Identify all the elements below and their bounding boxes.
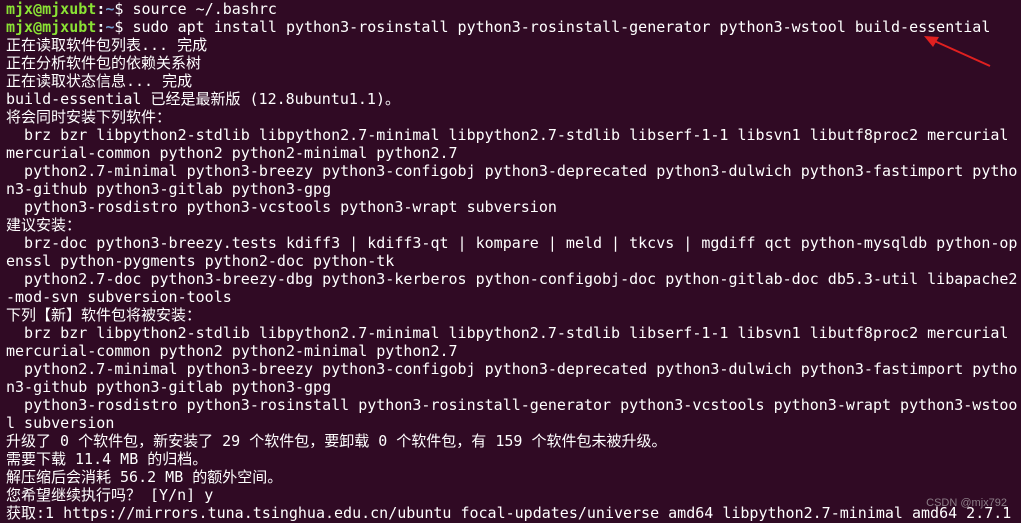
output-line: 需要下载 11.4 MB 的归档。: [6, 450, 208, 468]
output-line: mercurial-common python2 python2-minimal…: [6, 342, 458, 360]
output-line: 将会同时安装下列软件：: [6, 108, 172, 126]
output-line: l subversion: [6, 414, 115, 432]
output-line: mercurial-common python2 python2-minimal…: [6, 144, 458, 162]
output-line: python3-rosdistro python3-rosinstall pyt…: [6, 396, 1018, 414]
output-line: 下列【新】软件包将被安装：: [6, 306, 202, 324]
output-line: 您希望继续执行吗？ [Y/n] y: [6, 486, 214, 504]
prompt-dollar: $: [114, 18, 133, 36]
prompt-user: mjx@mjxubt: [6, 0, 97, 18]
output-line: brz bzr libpython2-stdlib libpython2.7-m…: [6, 324, 1009, 342]
output-line: n3-github python3-gitlab python3-gpg: [6, 378, 332, 396]
prompt-dollar: $: [114, 0, 133, 18]
output-line: 正在分析软件包的依赖关系树: [6, 54, 202, 72]
command-text: source ~/.bashrc: [132, 0, 277, 18]
output-line: python2.7-doc python3-breezy-dbg python3…: [6, 270, 1018, 288]
output-line: 解压缩后会消耗 56.2 MB 的额外空间。: [6, 468, 283, 486]
output-line: python2.7-minimal python3-breezy python3…: [6, 360, 1018, 378]
output-line: 升级了 0 个软件包，新安装了 29 个软件包，要卸载 0 个软件包，有 159…: [6, 432, 667, 450]
prompt-separator: :: [96, 18, 106, 36]
prompt-separator: :: [96, 0, 106, 18]
output-line: brz bzr libpython2-stdlib libpython2.7-m…: [6, 126, 1009, 144]
output-line: 正在读取软件包列表... 完成: [6, 36, 208, 54]
terminal-window[interactable]: mjx@mjxubt:~$ source ~/.bashrc mjx@mjxub…: [0, 0, 1021, 523]
output-line: 建议安装：: [6, 216, 82, 234]
prompt-user: mjx@mjxubt: [6, 18, 97, 36]
output-line: python3-rosdistro python3-vcstools pytho…: [6, 198, 557, 216]
output-line: python2.7-minimal python3-breezy python3…: [6, 162, 1018, 180]
output-line: -mod-svn subversion-tools: [6, 288, 232, 306]
watermark: CSDN @mjx792: [926, 497, 1007, 509]
output-line: brz-doc python3-breezy.tests kdiff3 | kd…: [6, 234, 1018, 252]
prompt-line-2: mjx@mjxubt:~$ sudo apt install python3-r…: [6, 18, 1021, 36]
output-line: n3-github python3-gitlab python3-gpg: [6, 180, 332, 198]
output-line: 正在读取状态信息... 完成: [6, 72, 193, 90]
output-line: 获取:1 https://mirrors.tuna.tsinghua.edu.c…: [6, 504, 1012, 522]
output-line: enssl python-pygments python2-doc python…: [6, 252, 395, 270]
output-line: build-essential 已经是最新版 (12.8ubuntu1.1)。: [6, 90, 400, 108]
prompt-line-1: mjx@mjxubt:~$ source ~/.bashrc: [6, 0, 1021, 18]
red-arrow-icon: [924, 36, 991, 67]
command-text: sudo apt install python3-rosinstall pyth…: [132, 18, 991, 36]
